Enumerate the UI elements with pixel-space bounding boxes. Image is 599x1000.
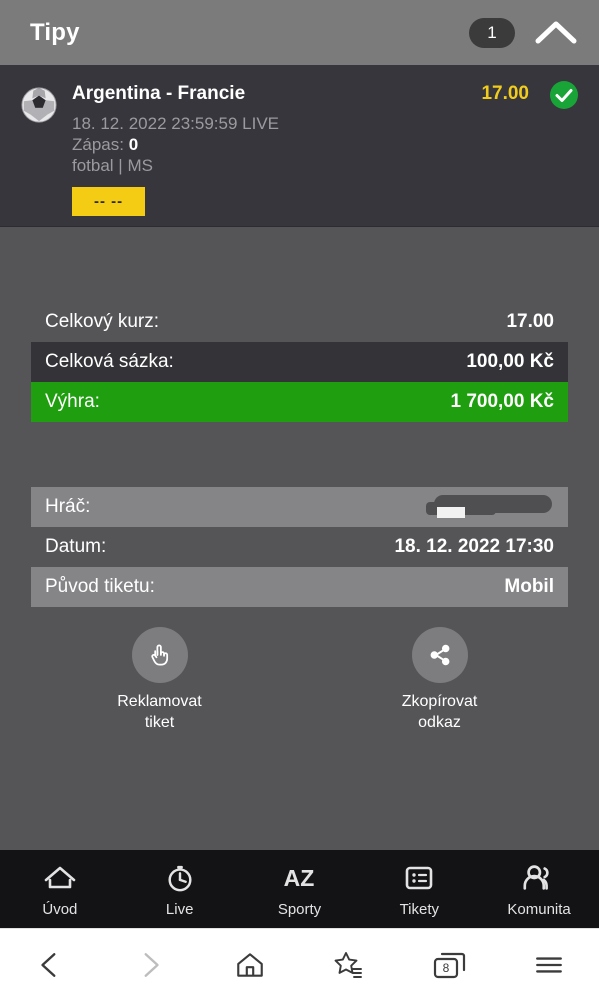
copy-link-label: Zkopírovat odkaz	[402, 692, 478, 734]
copy-link-button[interactable]: Zkopírovat odkaz	[380, 627, 500, 734]
row-label: Výhra:	[45, 391, 100, 412]
pointing-hand-icon	[131, 627, 188, 683]
match-header-row: Argentina - Francie 17.00	[72, 81, 579, 110]
soccer-ball-icon	[21, 87, 57, 123]
summary-table: Celkový kurz: 17.00 Celková sázka: 100,0…	[31, 302, 568, 422]
page-title: Tipy	[30, 18, 80, 46]
match-info: Argentina - Francie 17.00 18. 12. 2022 2…	[72, 81, 579, 216]
match-odds: 17.00	[481, 83, 529, 104]
pick-badge[interactable]: -- --	[72, 187, 146, 216]
star-list-icon[interactable]	[299, 950, 399, 980]
claim-ticket-button[interactable]: Reklamovat tiket	[100, 627, 220, 734]
nav-label-live: Live	[165, 900, 194, 918]
row-value: Mobil	[504, 576, 554, 597]
list-icon	[403, 861, 435, 895]
claim-ticket-label-line2: tiket	[144, 713, 175, 731]
nav-label-komunita: Komunita	[507, 900, 571, 918]
forward-arrow-icon	[100, 950, 200, 980]
svg-text:AZ: AZ	[284, 865, 315, 891]
home-icon	[43, 861, 77, 895]
claim-ticket-label-line1: Reklamovat	[117, 693, 202, 710]
ticket-header: Tipy 1	[0, 0, 599, 65]
row-label: Hráč:	[45, 496, 91, 517]
table-row: Datum: 18. 12. 2022 17:30	[31, 527, 568, 567]
copy-link-label-line1: Zkopírovat	[401, 693, 478, 710]
table-row: Hráč:	[31, 487, 568, 527]
claim-ticket-label: Reklamovat tiket	[117, 692, 201, 734]
back-arrow-icon[interactable]	[0, 950, 100, 980]
row-value: 17.00	[506, 311, 554, 332]
stopwatch-icon	[165, 861, 195, 895]
row-label: Původ tiketu:	[45, 576, 155, 597]
people-icon	[521, 861, 557, 895]
home-outline-icon[interactable]	[200, 950, 300, 980]
header-actions: 1	[469, 16, 579, 50]
match-name: Argentina - Francie	[72, 83, 246, 104]
bottom-navigation: Úvod Live AZ Sporty Tikety Komunita	[0, 850, 599, 928]
tabs-icon: 8	[430, 946, 468, 984]
table-row: Původ tiketu: Mobil	[31, 567, 568, 607]
nav-item-sporty[interactable]: AZ Sporty	[240, 861, 360, 918]
table-row: Celkový kurz: 17.00	[31, 302, 568, 342]
copy-link-label-line2: odkaz	[418, 713, 461, 731]
ticket-body: Celkový kurz: 17.00 Celková sázka: 100,0…	[0, 227, 599, 850]
match-score-line: Zápas: 0	[72, 135, 579, 155]
row-label: Datum:	[45, 536, 107, 557]
tabs-button[interactable]: 8	[399, 946, 499, 984]
tabs-count-text: 8	[443, 961, 450, 975]
nav-item-live[interactable]: Live	[120, 861, 240, 918]
nav-label-sporty: Sporty	[277, 900, 322, 918]
nav-item-komunita[interactable]: Komunita	[479, 861, 599, 918]
match-datetime: 18. 12. 2022 23:59:59 LIVE	[72, 114, 280, 133]
nav-label-tikety: Tikety	[399, 900, 440, 918]
row-value: 100,00 Kč	[466, 351, 554, 372]
nav-item-tikety[interactable]: Tikety	[359, 861, 479, 918]
row-label: Celková sázka:	[45, 351, 174, 372]
ticket-detail-screen: Tipy 1 Argentina - Francie 17.00 18. 12.…	[0, 0, 599, 1000]
match-card[interactable]: Argentina - Francie 17.00 18. 12. 2022 2…	[0, 65, 599, 227]
score-label: Zápas:	[72, 135, 124, 154]
ticket-count-badge: 1	[469, 17, 515, 48]
share-icon	[411, 627, 468, 683]
redacted-player-name	[424, 493, 554, 521]
nav-item-uvod[interactable]: Úvod	[0, 861, 120, 918]
row-label: Celkový kurz:	[45, 311, 160, 332]
check-circle-icon	[550, 81, 578, 109]
table-row: Výhra: 1 700,00 Kč	[31, 382, 568, 422]
table-row: Celková sázka: 100,00 Kč	[31, 342, 568, 382]
match-category: fotbal | MS	[72, 156, 153, 175]
nav-label-uvod: Úvod	[42, 900, 78, 918]
az-icon: AZ	[279, 861, 319, 895]
score-value: 0	[128, 135, 139, 154]
chevron-up-icon[interactable]	[533, 16, 579, 50]
details-table: Hráč: Datum: 18. 12. 2022 17:30 Původ ti…	[31, 487, 568, 607]
action-buttons: Reklamovat tiket Zkopírovat odkaz	[0, 627, 599, 734]
row-value: 1 700,00 Kč	[450, 391, 554, 412]
row-value: 18. 12. 2022 17:30	[394, 536, 554, 557]
browser-toolbar: 8	[0, 928, 599, 1000]
hamburger-menu-icon[interactable]	[499, 952, 599, 978]
